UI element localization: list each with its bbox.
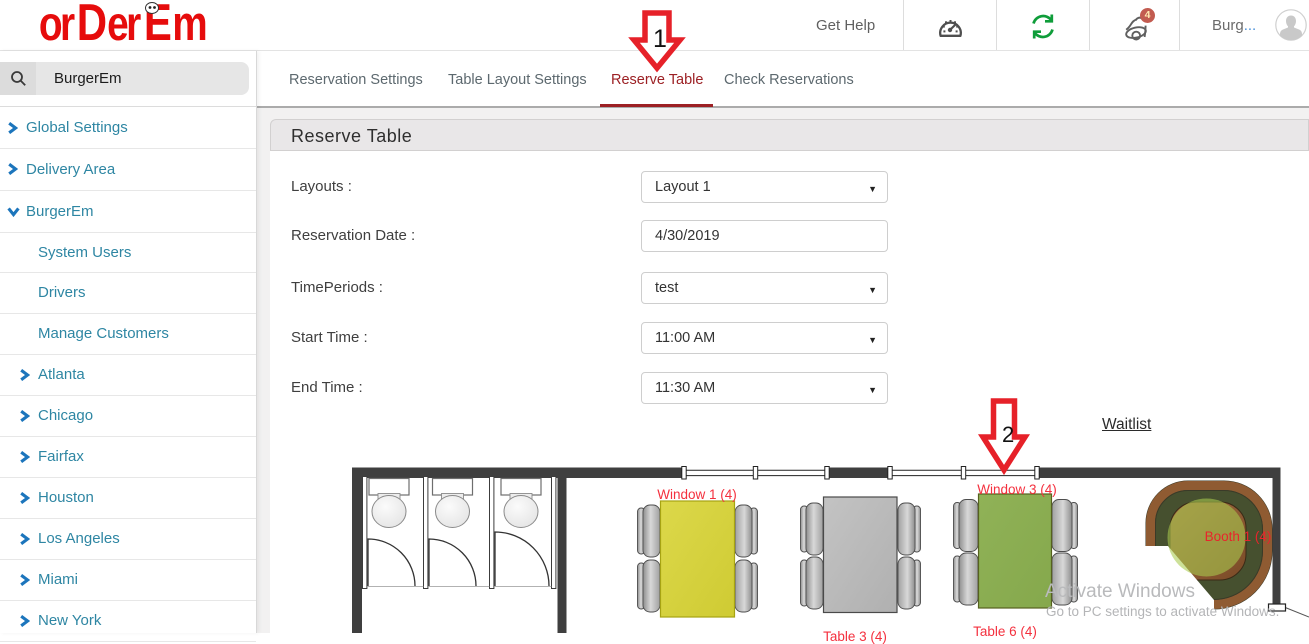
svg-text:2: 2 — [1002, 422, 1014, 447]
svg-text:1: 1 — [653, 25, 667, 53]
